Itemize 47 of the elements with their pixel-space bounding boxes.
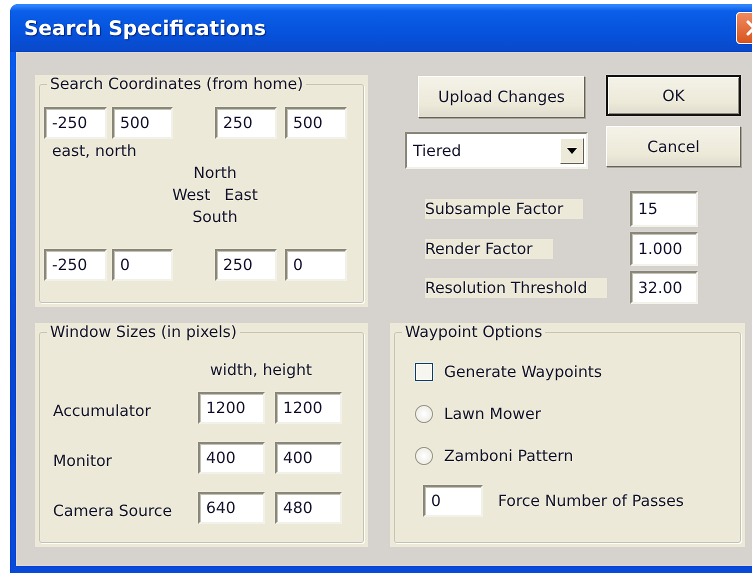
input-field[interactable]: 1.000 (630, 232, 698, 266)
input-field[interactable]: 1200 (198, 392, 265, 424)
size-label: Monitor (53, 452, 112, 470)
input-field[interactable]: 0 (112, 249, 173, 281)
compass-label: West (172, 186, 210, 204)
input-field[interactable]: 15 (630, 191, 698, 227)
input-field[interactable]: 32.00 (630, 271, 698, 304)
input-field[interactable]: 250 (215, 249, 277, 281)
window-title: Search Specifications (24, 16, 267, 40)
compass-label: South (192, 208, 238, 226)
column-header: width, height (210, 361, 312, 379)
input-field[interactable]: 400 (198, 442, 265, 474)
input-field[interactable]: 500 (285, 107, 347, 139)
group-title: Window Sizes (in pixels) (49, 323, 238, 341)
caret-icon (567, 148, 577, 154)
group-title: Search Coordinates (from home) (49, 75, 304, 93)
checkbox[interactable] (415, 363, 433, 381)
passes-label: Force Number of Passes (498, 492, 684, 510)
option-label: Generate Waypoints (444, 363, 602, 381)
dialog-button[interactable]: OK (606, 75, 741, 116)
input-field[interactable]: 0 (285, 249, 347, 281)
input-field[interactable]: -250 (44, 107, 107, 139)
dropdown-button[interactable] (560, 138, 584, 164)
input-field[interactable]: -250 (44, 249, 107, 281)
input-field[interactable]: 1200 (275, 392, 342, 424)
factor-label: Resolution Threshold (425, 278, 608, 298)
mode-dropdown[interactable]: Tiered (405, 132, 588, 169)
dialog-button[interactable]: Cancel (606, 126, 741, 167)
radio-button[interactable] (415, 405, 433, 423)
size-label: Camera Source (53, 502, 172, 520)
input-field[interactable]: 500 (112, 107, 173, 139)
input-field[interactable]: 400 (275, 442, 342, 474)
option-label: Lawn Mower (444, 405, 542, 423)
radio-button[interactable] (415, 447, 433, 465)
input-field[interactable]: 640 (198, 492, 265, 524)
factor-label: Subsample Factor (425, 199, 584, 219)
coordinate-caption: east, north (52, 142, 137, 160)
input-field[interactable]: 0 (423, 485, 483, 517)
compass-label: North (193, 164, 237, 182)
compass-label: East (224, 186, 258, 204)
dialog-button[interactable]: Upload Changes (418, 76, 585, 118)
option-label: Zamboni Pattern (444, 447, 574, 465)
size-label: Accumulator (53, 402, 151, 420)
input-field[interactable]: 250 (215, 107, 277, 139)
factor-label: Render Factor (425, 239, 553, 259)
group-title: Waypoint Options (404, 323, 544, 341)
input-field[interactable]: 480 (275, 492, 342, 524)
